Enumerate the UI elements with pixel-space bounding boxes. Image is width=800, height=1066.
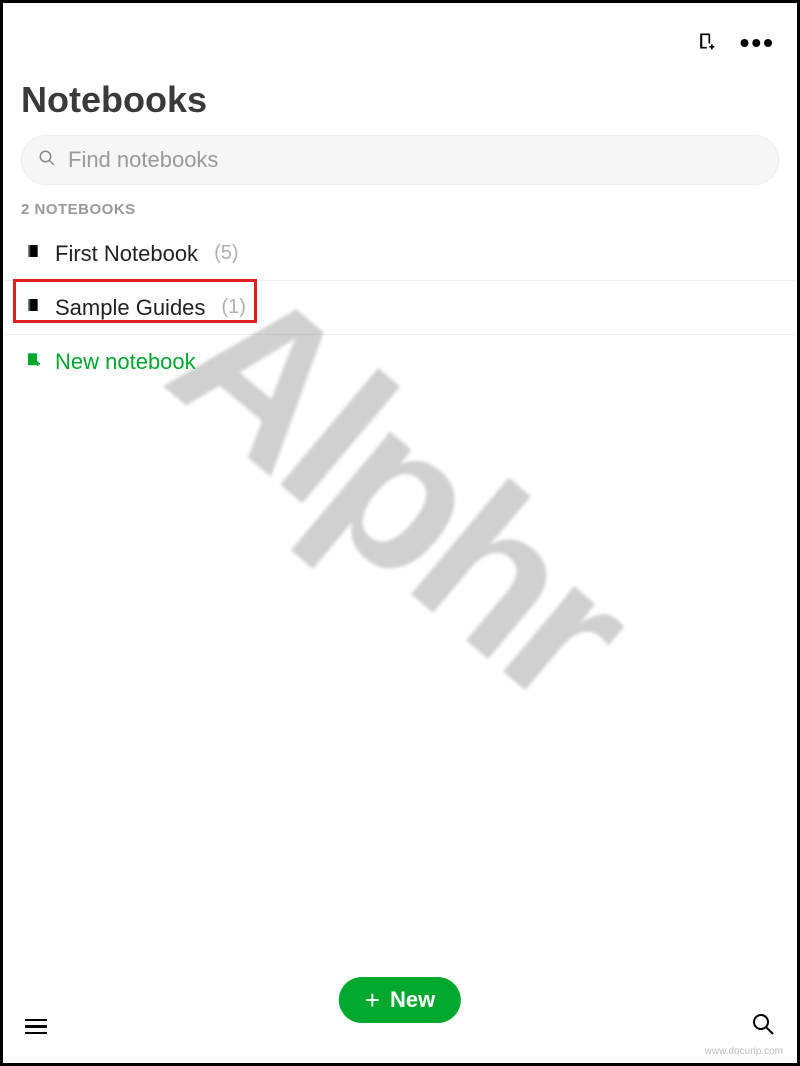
notebook-icon <box>25 242 43 265</box>
search-icon[interactable] <box>751 1012 775 1041</box>
notebook-count: (5) <box>214 242 238 265</box>
menu-icon[interactable] <box>25 1019 47 1035</box>
notebook-count: (1) <box>221 296 245 319</box>
plus-icon: + <box>365 987 380 1013</box>
fab-label: New <box>390 987 435 1013</box>
notebook-icon <box>25 296 43 319</box>
new-notebook-label: New notebook <box>55 349 196 375</box>
notebook-name: Sample Guides <box>55 295 205 321</box>
search-bar[interactable] <box>21 135 779 185</box>
search-input[interactable] <box>68 147 762 173</box>
new-notebook-row[interactable]: New notebook <box>3 335 797 389</box>
notebook-name: First Notebook <box>55 241 198 267</box>
notebook-list: First Notebook (5) Sample Guides (1) New… <box>3 227 797 389</box>
more-icon[interactable]: ••• <box>740 29 775 57</box>
notebook-row[interactable]: Sample Guides (1) <box>3 281 797 335</box>
search-icon <box>38 149 56 172</box>
notebook-row[interactable]: First Notebook (5) <box>3 227 797 281</box>
watermark-source: www.docurip.com <box>705 1046 783 1057</box>
page-title: Notebooks <box>21 79 207 121</box>
notebook-count-label: 2 NOTEBOOKS <box>21 201 136 218</box>
add-notebook-icon[interactable] <box>696 31 716 56</box>
add-notebook-icon <box>25 351 43 374</box>
